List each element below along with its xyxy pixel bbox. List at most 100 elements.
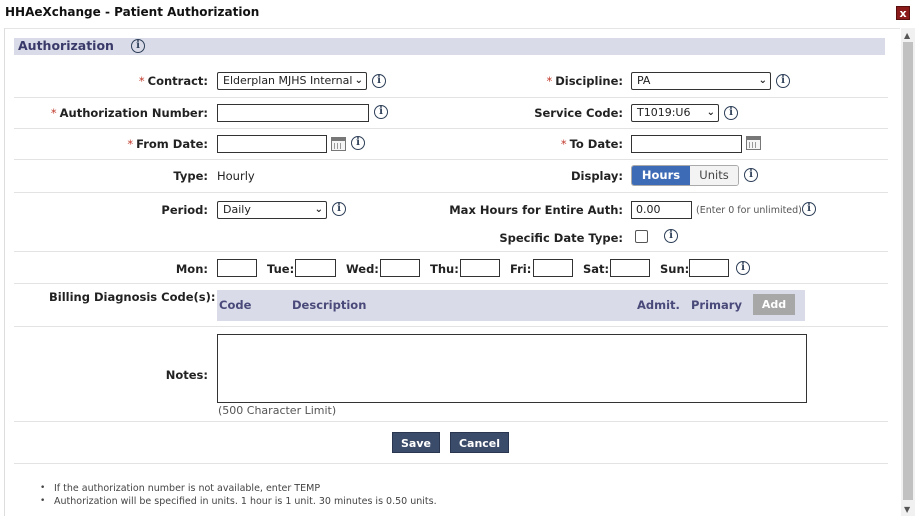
info-icon[interactable]: i: [736, 261, 750, 275]
period-select[interactable]: Daily ⌄: [217, 201, 327, 219]
day-input-fri[interactable]: [533, 259, 573, 277]
day-label-sat: Sat:: [583, 262, 610, 276]
info-icon[interactable]: i: [776, 74, 790, 88]
calendar-icon[interactable]: [331, 137, 346, 151]
day-input-sun[interactable]: [689, 259, 729, 277]
billing-diagnosis-label: Billing Diagnosis Code(s):: [49, 290, 216, 304]
add-diagnosis-button[interactable]: Add: [753, 294, 795, 315]
info-icon[interactable]: i: [131, 39, 145, 53]
divider: [14, 283, 888, 284]
billing-diagnosis-table-header: Code Description Admit. Primary Add: [217, 290, 805, 321]
required-marker: *: [546, 74, 553, 88]
divider: [14, 128, 888, 129]
auth-number-input[interactable]: [217, 104, 369, 122]
footnote: If the authorization number is not avail…: [40, 483, 320, 494]
contract-select[interactable]: Elderplan MJHS Internal ⌄: [217, 72, 367, 90]
column-primary: Primary: [691, 298, 742, 312]
max-hours-input[interactable]: 0.00: [631, 201, 692, 219]
from-date-input[interactable]: [217, 135, 327, 153]
info-icon[interactable]: i: [351, 136, 365, 150]
window-title: HHAeXchange - Patient Authorization: [5, 5, 260, 19]
info-icon[interactable]: i: [724, 106, 738, 120]
section-title: Authorization: [18, 38, 114, 53]
auth-number-label-text: Authorization Number:: [59, 106, 208, 120]
max-hours-label: Max Hours for Entire Auth:: [449, 203, 623, 217]
display-toggle: Hours Units: [631, 165, 739, 186]
period-value: Daily: [223, 203, 251, 216]
contract-label: * Contract:: [139, 74, 208, 88]
day-input-sat[interactable]: [610, 259, 650, 277]
to-date-label: * To Date:: [561, 137, 623, 151]
info-icon[interactable]: i: [744, 168, 758, 182]
contract-value: Elderplan MJHS Internal: [223, 74, 353, 87]
discipline-select[interactable]: PA ⌄: [631, 72, 771, 90]
day-label-mon: Mon:: [175, 262, 208, 276]
chevron-down-icon: ⌄: [354, 75, 363, 86]
discipline-label-text: Discipline:: [555, 74, 623, 88]
day-label-tue: Tue:: [267, 262, 295, 276]
specific-date-type-label: Specific Date Type:: [499, 231, 623, 245]
chevron-down-icon: ⌄: [314, 204, 323, 215]
contract-label-text: Contract:: [147, 74, 208, 88]
notes-label: Notes:: [165, 368, 208, 382]
day-input-tue[interactable]: [295, 259, 336, 277]
vertical-scrollbar[interactable]: ▲ ▼: [901, 28, 915, 516]
scroll-down-icon[interactable]: ▼: [904, 505, 910, 514]
divider: [14, 251, 888, 252]
divider: [14, 192, 888, 193]
column-description: Description: [292, 298, 367, 312]
day-label-sun: Sun:: [660, 262, 690, 276]
required-marker: *: [50, 106, 57, 120]
divider: [14, 463, 888, 464]
display-hours-button[interactable]: Hours: [632, 166, 690, 185]
auth-number-label: * Authorization Number:: [51, 106, 208, 120]
divider: [14, 326, 888, 327]
display-units-button[interactable]: Units: [690, 166, 738, 185]
required-marker: *: [138, 74, 145, 88]
from-date-label: * From Date:: [127, 137, 208, 151]
to-date-input[interactable]: [631, 135, 742, 153]
info-icon[interactable]: i: [802, 202, 816, 216]
divider: [14, 97, 888, 98]
service-code-value: T1019:U6: [637, 106, 691, 119]
column-code: Code: [219, 298, 252, 312]
save-button[interactable]: Save: [392, 432, 440, 453]
day-input-thu[interactable]: [460, 259, 500, 277]
period-label: Period:: [161, 203, 208, 217]
scroll-thumb[interactable]: [903, 42, 913, 500]
day-input-wed[interactable]: [380, 259, 420, 277]
service-code-label: Service Code:: [534, 106, 623, 120]
service-code-select[interactable]: T1019:U6 ⌄: [631, 104, 719, 122]
type-value: Hourly: [217, 169, 255, 183]
discipline-label: * Discipline:: [546, 74, 623, 88]
specific-date-type-checkbox[interactable]: [635, 230, 648, 243]
chevron-down-icon: ⌄: [706, 107, 715, 118]
info-icon[interactable]: i: [332, 202, 346, 216]
info-icon[interactable]: i: [664, 229, 678, 243]
scroll-up-icon[interactable]: ▲: [904, 31, 910, 40]
discipline-value: PA: [637, 74, 651, 87]
display-label: Display:: [570, 169, 623, 183]
required-marker: *: [127, 137, 134, 151]
divider: [14, 159, 888, 160]
from-date-label-text: From Date:: [136, 137, 208, 151]
to-date-label-text: To Date:: [569, 137, 623, 151]
close-icon[interactable]: x: [896, 6, 910, 20]
type-label: Type:: [173, 169, 208, 183]
day-label-wed: Wed:: [346, 262, 379, 276]
footnote: Authorization will be specified in units…: [40, 496, 437, 507]
window-titlebar: HHAeXchange - Patient Authorization x: [0, 0, 915, 26]
day-input-mon[interactable]: [217, 259, 257, 277]
authorization-panel: Authorization i * Contract: Elderplan MJH…: [4, 28, 900, 516]
day-label-thu: Thu:: [430, 262, 459, 276]
day-label-fri: Fri:: [510, 262, 532, 276]
notes-textarea[interactable]: [217, 334, 807, 403]
chevron-down-icon: ⌄: [758, 75, 767, 86]
info-icon[interactable]: i: [372, 74, 386, 88]
info-icon[interactable]: i: [374, 105, 388, 119]
required-marker: *: [560, 137, 567, 151]
calendar-icon[interactable]: [746, 136, 761, 150]
cancel-button[interactable]: Cancel: [450, 432, 509, 453]
notes-limit: (500 Character Limit): [218, 404, 337, 417]
divider: [14, 421, 888, 422]
